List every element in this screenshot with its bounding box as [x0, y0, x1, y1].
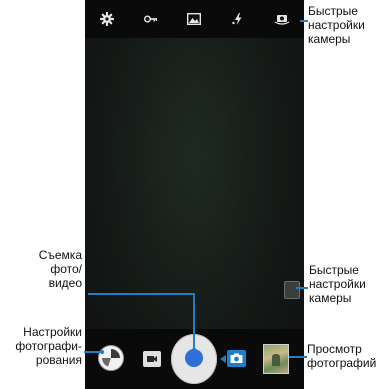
leader-line-capture-h: [88, 293, 194, 295]
callout-shooting-settings: Настройки фотографи- рования: [15, 325, 82, 367]
video-camera-icon[interactable]: [143, 351, 161, 367]
leader-dot-capture: [192, 348, 196, 352]
leader-dot-shooting-settings: [100, 350, 104, 354]
callout-quick-settings-side: Быстрые настройки камеры: [309, 263, 366, 305]
photo-camera-icon[interactable]: [227, 350, 246, 367]
leader-line-view-photos: [289, 356, 307, 358]
gallery-thumbnail[interactable]: [263, 344, 289, 374]
camera-switch-icon[interactable]: [271, 8, 293, 30]
callout-capture: Съемка фото/ видео: [38, 248, 82, 290]
flash-icon[interactable]: [227, 8, 249, 30]
side-quick-settings-button[interactable]: [284, 281, 300, 299]
top-toolbar: [85, 0, 304, 38]
leader-line-quick-settings-top: [300, 20, 308, 22]
callout-quick-settings-top: Быстрые настройки камеры: [308, 4, 365, 46]
mode-indicator: [220, 355, 226, 363]
settings-dial-icon[interactable]: [98, 345, 124, 371]
gear-icon[interactable]: [96, 8, 118, 30]
image-icon[interactable]: [183, 8, 205, 30]
viewfinder[interactable]: [85, 38, 304, 329]
leader-line-quick-settings-side: [296, 287, 308, 289]
leader-line-capture-v: [193, 293, 195, 349]
callout-view-photos: Просмотр фотографий: [307, 342, 377, 370]
key-icon[interactable]: [140, 8, 162, 30]
thumbnail-figure: [272, 354, 280, 366]
